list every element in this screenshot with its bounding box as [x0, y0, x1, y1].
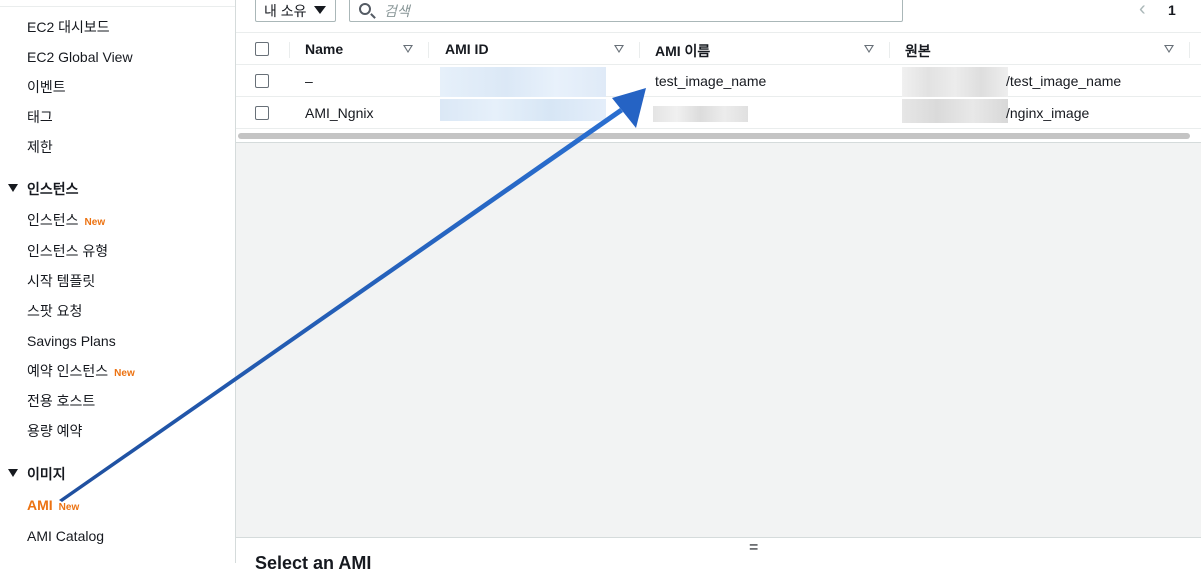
sidebar-item-limits[interactable]: 제한 — [27, 138, 53, 156]
sidebar-item-launch-templates[interactable]: 시작 템플릿 — [27, 272, 95, 290]
table-row[interactable]: AMI_Ngnix /nginx_image — [236, 97, 1201, 129]
sort-icon[interactable] — [403, 45, 413, 53]
cell-source: /nginx_image — [1006, 105, 1090, 121]
column-header-name[interactable]: Name — [305, 41, 343, 57]
scrollbar-thumb[interactable] — [238, 133, 1190, 139]
cell-ami-name: test_image_name — [655, 73, 767, 89]
sidebar-item-reserved-instances[interactable]: 예약 인스턴스 New — [27, 362, 135, 383]
sidebar-divider — [0, 6, 235, 7]
column-divider — [428, 42, 429, 58]
sidebar-item-spot-requests[interactable]: 스팟 요청 — [27, 302, 82, 320]
sidebar-item-label: 인스턴스 — [27, 212, 79, 228]
sidebar-item-ami[interactable]: AMI New — [27, 496, 79, 517]
sort-icon[interactable] — [614, 45, 624, 53]
search-icon — [359, 3, 371, 15]
resize-handle-icon[interactable]: = — [749, 539, 758, 557]
caret-down-icon — [8, 184, 18, 193]
sidebar-section-instances[interactable]: 인스턴스 — [8, 180, 79, 198]
select-all-checkbox[interactable] — [255, 42, 269, 56]
sidebar-item-capacity-reservations[interactable]: 용량 예약 — [27, 422, 82, 440]
table-header: Name AMI ID AMI 이름 원본 — [236, 32, 1201, 65]
redacted-ami-name — [653, 106, 748, 122]
column-header-ami-name[interactable]: AMI 이름 — [655, 41, 710, 61]
caret-down-icon — [314, 6, 326, 14]
row-checkbox[interactable] — [255, 106, 269, 120]
sidebar-item-savings-plans[interactable]: Savings Plans — [27, 332, 116, 350]
caret-down-icon — [8, 469, 18, 478]
detail-panel: = Select an AMI — [236, 537, 1201, 573]
table-row[interactable]: – test_image_name /test_image_name — [236, 65, 1201, 97]
sidebar-item-ec2-global-view[interactable]: EC2 Global View — [27, 48, 133, 66]
column-header-source[interactable]: 원본 — [905, 41, 931, 61]
ami-table: Name AMI ID AMI 이름 원본 – test_image_name … — [236, 32, 1201, 142]
sidebar-item-instances[interactable]: 인스턴스 New — [27, 211, 105, 232]
cell-name: AMI_Ngnix — [305, 105, 374, 121]
main-content: 내 소유 검색 ‹ 1 Name AMI ID AMI 이름 원본 – test… — [236, 0, 1201, 573]
sidebar-nav: EC2 대시보드 EC2 Global View 이벤트 태그 제한 인스턴스 … — [0, 0, 236, 563]
chevron-left-icon[interactable]: ‹ — [1139, 0, 1146, 19]
redacted-ami-id — [440, 67, 606, 97]
section-title: 인스턴스 — [27, 181, 79, 197]
column-divider — [1189, 42, 1190, 58]
search-placeholder: 검색 — [384, 3, 410, 19]
column-header-ami-id[interactable]: AMI ID — [445, 41, 489, 57]
redacted-ami-id — [440, 99, 606, 121]
horizontal-scrollbar[interactable] — [236, 130, 1201, 142]
redacted-source-owner — [902, 67, 1008, 97]
sidebar-item-tags[interactable]: 태그 — [27, 108, 53, 126]
table-empty-area — [236, 142, 1201, 537]
owner-filter-value: 내 소유 — [264, 3, 307, 19]
row-checkbox[interactable] — [255, 74, 269, 88]
sidebar-item-ec2-dashboard[interactable]: EC2 대시보드 — [27, 18, 110, 36]
sidebar-item-instance-types[interactable]: 인스턴스 유형 — [27, 242, 108, 260]
sidebar-section-images[interactable]: 이미지 — [8, 465, 66, 483]
new-badge: New — [58, 502, 80, 513]
new-badge: New — [114, 368, 135, 379]
column-divider — [889, 42, 890, 58]
sidebar-item-label: AMI — [27, 497, 53, 513]
section-title: 이미지 — [27, 466, 66, 482]
new-badge: New — [84, 217, 106, 228]
owner-filter-select[interactable]: 내 소유 — [255, 0, 336, 22]
redacted-source-owner — [902, 99, 1008, 123]
sort-icon[interactable] — [1164, 45, 1174, 53]
column-divider — [639, 42, 640, 58]
cell-name: – — [305, 73, 313, 89]
sidebar-item-label: 예약 인스턴스 — [27, 363, 109, 379]
cell-source: /test_image_name — [1006, 73, 1122, 89]
sidebar-item-ami-catalog[interactable]: AMI Catalog — [27, 527, 104, 545]
sidebar-item-events[interactable]: 이벤트 — [27, 78, 66, 96]
sidebar-item-dedicated-hosts[interactable]: 전용 호스트 — [27, 392, 95, 410]
page-number[interactable]: 1 — [1168, 2, 1176, 18]
search-input[interactable]: 검색 — [349, 0, 903, 22]
column-divider — [289, 42, 290, 58]
detail-panel-title: Select an AMI — [255, 553, 372, 573]
sort-icon[interactable] — [864, 45, 874, 53]
